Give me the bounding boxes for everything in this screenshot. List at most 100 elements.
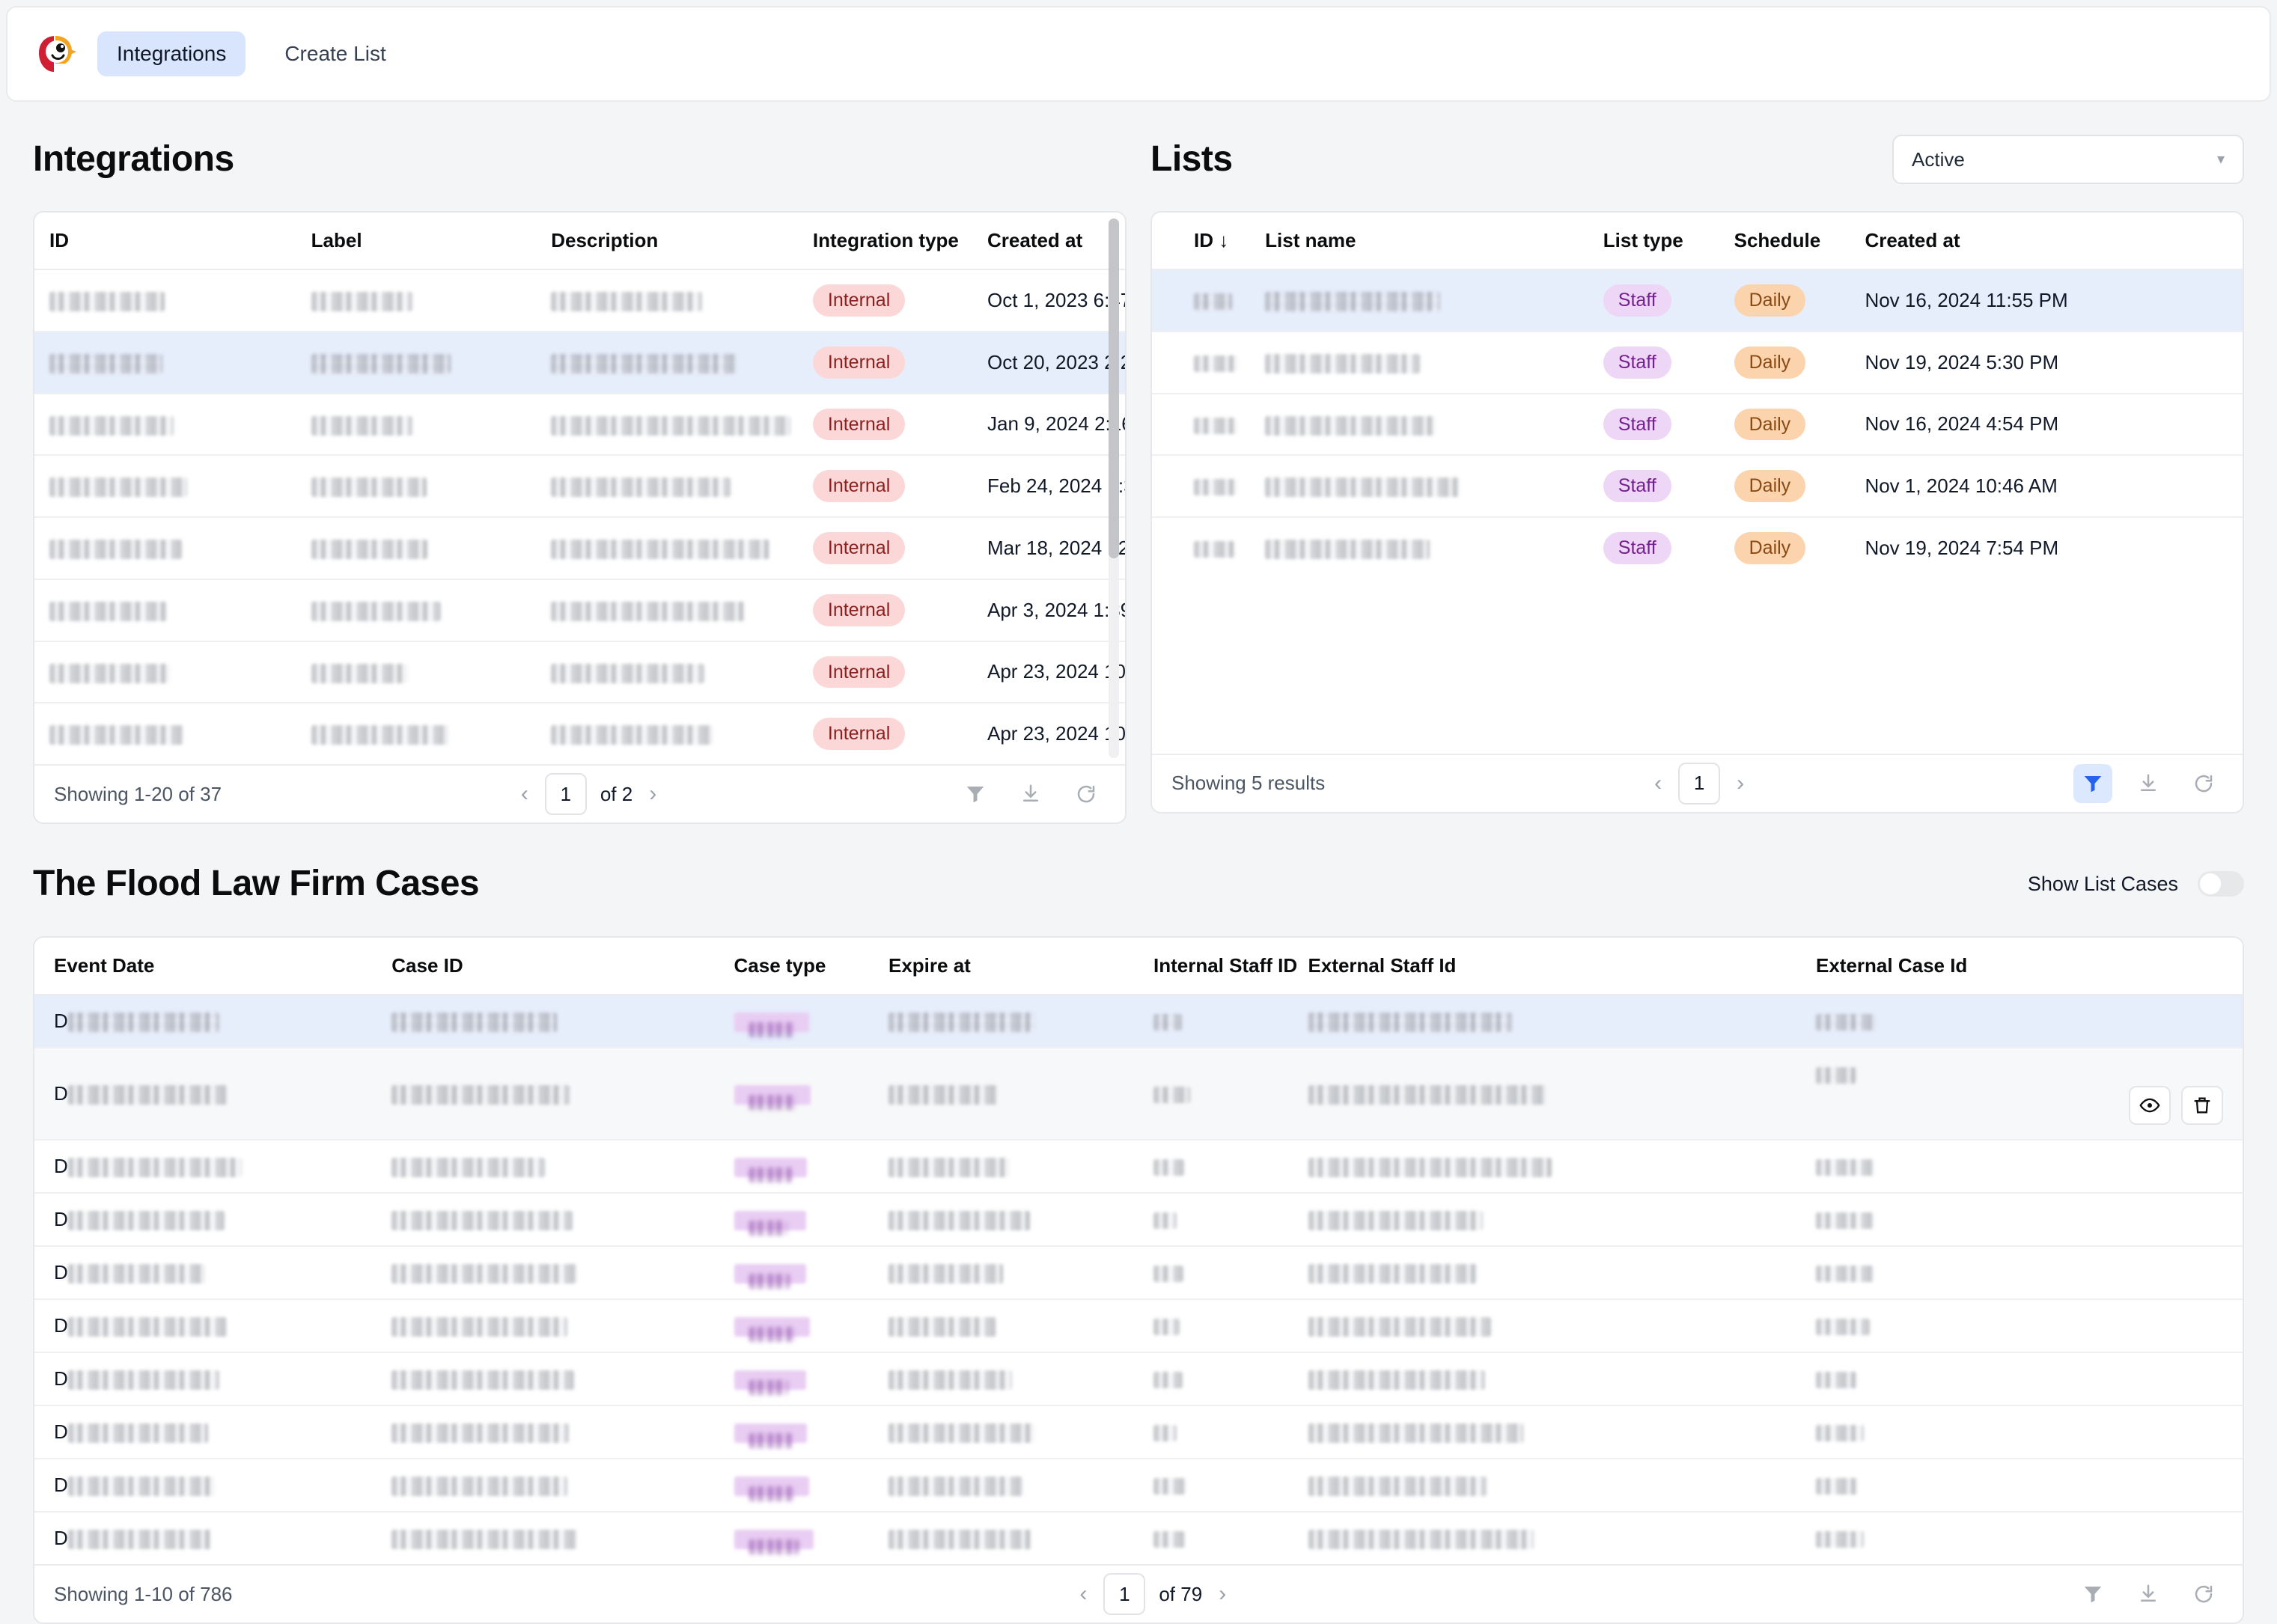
table-row[interactable]: Staff Daily Nov 19, 2024 7:54 PM <box>1152 517 2243 579</box>
table-row[interactable]: D <box>34 1193 2243 1246</box>
column-header-list-id[interactable]: ID ↓ <box>1152 213 1250 269</box>
chevron-right-icon[interactable]: › <box>646 783 659 805</box>
column-header-list-created-at[interactable]: Created at <box>1850 213 2243 269</box>
table-row[interactable]: Staff Daily Nov 19, 2024 5:30 PM <box>1152 332 2243 394</box>
nav-tab-integrations[interactable]: Integrations <box>97 31 246 76</box>
table-row[interactable]: Internal Jan 9, 2024 2:16 ... <box>34 394 1125 456</box>
cell-schedule: Daily <box>1719 455 1850 517</box>
download-icon[interactable] <box>1011 775 1050 813</box>
cell-integration-type: Internal <box>798 579 972 641</box>
eye-icon[interactable] <box>2129 1086 2171 1125</box>
filter-icon[interactable] <box>2073 1575 2112 1614</box>
column-header-list-name[interactable]: List name <box>1250 213 1588 269</box>
cell-internal-staff-id <box>1138 1246 1293 1299</box>
chevron-left-icon[interactable]: ‹ <box>1651 772 1665 795</box>
cell-expire-at <box>874 1405 1138 1459</box>
redacted-text <box>1816 1319 1870 1335</box>
table-row[interactable]: D <box>34 1140 2243 1193</box>
cell-list-created-at: Nov 16, 2024 4:54 PM <box>1850 394 2243 456</box>
table-row[interactable]: Staff Daily Nov 16, 2024 11:55 PM <box>1152 269 2243 332</box>
filter-icon[interactable] <box>956 775 995 813</box>
column-header-id[interactable]: ID <box>34 213 296 269</box>
redacted-text <box>1265 354 1420 373</box>
lists-table: ID ↓ List name List type Schedule Create… <box>1152 213 2243 579</box>
redacted-text <box>1265 292 1440 311</box>
redacted-text <box>888 1423 1034 1443</box>
redacted-text <box>1153 1478 1186 1495</box>
integrations-title: Integrations <box>33 141 234 178</box>
table-row[interactable]: Internal Apr 23, 2024 10:... <box>34 641 1125 703</box>
redacted-text <box>49 602 168 621</box>
integrations-scrollbar-thumb[interactable] <box>1109 219 1119 558</box>
column-header-internal-staff-id[interactable]: Internal Staff ID <box>1138 938 1293 995</box>
redacted-text <box>749 1327 795 1342</box>
download-icon[interactable] <box>2129 1575 2168 1614</box>
column-header-integration-type[interactable]: Integration type <box>798 213 972 269</box>
cases-page-input[interactable]: 1 <box>1103 1573 1145 1615</box>
nav-tab-create-list[interactable]: Create List <box>265 31 405 76</box>
cases-title: The Flood Law Firm Cases <box>33 865 479 903</box>
chevron-left-icon[interactable]: ‹ <box>518 783 531 805</box>
table-row[interactable]: Staff Daily Nov 16, 2024 4:54 PM <box>1152 394 2243 456</box>
status-badge: Internal <box>813 656 905 689</box>
column-header-schedule[interactable]: Schedule <box>1719 213 1850 269</box>
redacted-text <box>1153 1087 1190 1103</box>
redacted-text <box>551 540 769 559</box>
refresh-icon[interactable] <box>1067 775 1106 813</box>
table-row[interactable]: D <box>34 1246 2243 1299</box>
chevron-left-icon[interactable]: ‹ <box>1076 1583 1090 1605</box>
table-row[interactable]: Internal Feb 24, 2024 1:3... <box>34 455 1125 517</box>
schedule-badge: Daily <box>1734 532 1806 564</box>
table-row[interactable]: Internal Oct 1, 2023 6:47 ... <box>34 269 1125 332</box>
lists-status-filter-select[interactable]: Active ▾ <box>1892 135 2244 184</box>
integrations-page-input[interactable]: 1 <box>545 773 587 815</box>
refresh-icon[interactable] <box>2184 764 2223 803</box>
column-header-expire-at[interactable]: Expire at <box>874 938 1138 995</box>
column-header-case-id[interactable]: Case ID <box>377 938 719 995</box>
cell-external-staff-id <box>1293 995 1802 1048</box>
redacted-text <box>1265 477 1460 497</box>
cell-expire-at <box>874 1246 1138 1299</box>
redacted-text <box>391 1317 567 1337</box>
redacted-text <box>311 725 448 745</box>
redacted-text <box>1816 1067 1856 1084</box>
table-row[interactable]: D <box>34 1512 2243 1564</box>
table-row[interactable]: D <box>34 1048 2243 1140</box>
integrations-scrollbar[interactable] <box>1109 219 1119 758</box>
table-row[interactable]: D <box>34 1459 2243 1512</box>
table-row[interactable]: D <box>34 995 2243 1048</box>
column-header-description[interactable]: Description <box>536 213 798 269</box>
lists-page-input[interactable]: 1 <box>1678 763 1720 805</box>
column-header-label[interactable]: Label <box>296 213 537 269</box>
column-header-external-case-id[interactable]: External Case Id <box>1801 938 2243 995</box>
column-header-event-date[interactable]: Event Date <box>34 938 377 995</box>
refresh-icon[interactable] <box>2184 1575 2223 1614</box>
filter-icon[interactable] <box>2073 764 2112 803</box>
cell-event-date: D <box>34 1459 377 1512</box>
table-row[interactable]: Internal Apr 23, 2024 10:... <box>34 703 1125 764</box>
status-badge: Staff <box>1603 532 1671 564</box>
column-header-case-type[interactable]: Case type <box>719 938 874 995</box>
cases-header-row: Event Date Case ID Case type Expire at I… <box>34 938 2243 995</box>
trash-icon[interactable] <box>2181 1086 2223 1125</box>
cell-list-id <box>1152 269 1250 332</box>
column-header-list-type[interactable]: List type <box>1588 213 1719 269</box>
table-row[interactable]: D <box>34 1352 2243 1405</box>
show-list-cases-toggle[interactable] <box>2198 871 2244 897</box>
cell-case-type <box>719 1459 874 1512</box>
table-row[interactable]: Staff Daily Nov 1, 2024 10:46 AM <box>1152 455 2243 517</box>
redacted-text <box>551 664 704 683</box>
table-row[interactable]: Internal Oct 20, 2023 2:2... <box>34 332 1125 394</box>
cell-external-staff-id <box>1293 1140 1802 1193</box>
chevron-right-icon[interactable]: › <box>1216 1583 1229 1605</box>
cell-integration-type: Internal <box>798 641 972 703</box>
column-header-created-at[interactable]: Created at <box>972 213 1125 269</box>
download-icon[interactable] <box>2129 764 2168 803</box>
table-row[interactable]: Internal Mar 18, 2024 12:... <box>34 517 1125 579</box>
table-row[interactable]: Internal Apr 3, 2024 1:39 ... <box>34 579 1125 641</box>
table-row[interactable]: D <box>34 1405 2243 1459</box>
redacted-text <box>749 1486 794 1501</box>
table-row[interactable]: D <box>34 1299 2243 1352</box>
column-header-external-staff-id[interactable]: External Staff Id <box>1293 938 1802 995</box>
chevron-right-icon[interactable]: › <box>1734 772 1747 795</box>
